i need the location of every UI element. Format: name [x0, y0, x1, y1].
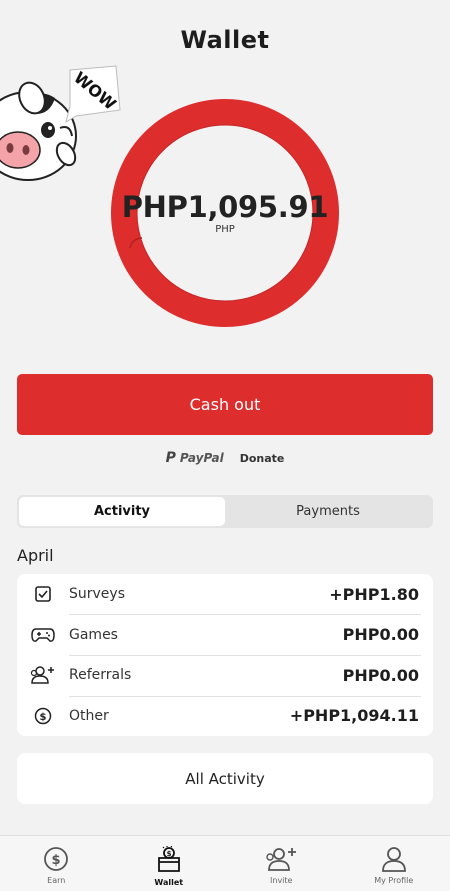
balance-display: PHP1,095.91 PHP [110, 190, 340, 236]
tab-payments[interactable]: Payments [225, 497, 431, 526]
page-title: Wallet [180, 26, 270, 54]
wallet-icon: $ [157, 846, 180, 872]
activity-label: Games [69, 626, 118, 643]
tab-activity[interactable]: Activity [19, 497, 225, 526]
activity-label: Referrals [69, 667, 132, 684]
paypal-icon: P [165, 450, 176, 466]
svg-text:$: $ [40, 712, 47, 723]
nav-label: My Profile [374, 876, 414, 885]
activity-label: Surveys [69, 586, 125, 603]
balance-amount: PHP1,095.91 [121, 190, 329, 224]
nav-label: Invite [270, 876, 293, 885]
activity-amount: PHP0.00 [342, 665, 419, 685]
svg-text:$: $ [52, 853, 61, 868]
add-user-icon [266, 848, 297, 871]
donate-link[interactable]: Donate [240, 452, 285, 465]
checkbox-icon [17, 585, 69, 603]
activity-row-surveys[interactable]: Surveys +PHP1.80 [17, 574, 433, 615]
nav-earn[interactable]: $ Earn [0, 836, 113, 891]
activity-month: April [17, 546, 54, 565]
gamepad-icon [17, 626, 69, 644]
activity-label: Other [69, 707, 109, 724]
bottom-nav: $ Earn $ Wallet Invite My Profile [0, 835, 450, 891]
activity-amount: +PHP1.80 [329, 584, 419, 604]
svg-text:$: $ [166, 850, 171, 858]
activity-row-other[interactable]: $ Other +PHP1,094.11 [17, 696, 433, 737]
dollar-circle-icon: $ [44, 847, 69, 871]
cash-out-button[interactable]: Cash out [17, 374, 433, 435]
dollar-circle-icon: $ [17, 707, 69, 725]
nav-profile[interactable]: My Profile [338, 836, 450, 891]
activity-amount: +PHP1,094.11 [289, 706, 419, 726]
nav-label: Earn [47, 876, 66, 885]
add-user-icon [17, 665, 69, 685]
activity-card: Surveys +PHP1.80 Games PHP0.00 Referrals… [17, 574, 433, 736]
person-icon [381, 847, 406, 872]
activity-amount: PHP0.00 [342, 625, 419, 645]
nav-invite[interactable]: Invite [225, 836, 338, 891]
balance-currency: PHP [215, 224, 235, 235]
nav-wallet[interactable]: $ Wallet [113, 836, 226, 891]
wallet-tabs: Activity Payments [17, 495, 433, 528]
all-activity-button[interactable]: All Activity [17, 753, 433, 804]
activity-row-referrals[interactable]: Referrals PHP0.00 [17, 655, 433, 696]
nav-label: Wallet [154, 878, 184, 887]
activity-row-games[interactable]: Games PHP0.00 [17, 615, 433, 656]
paypal-link[interactable]: P PayPal [166, 450, 224, 466]
payout-options: P PayPal Donate [0, 450, 450, 466]
paypal-label: PayPal [179, 451, 224, 465]
